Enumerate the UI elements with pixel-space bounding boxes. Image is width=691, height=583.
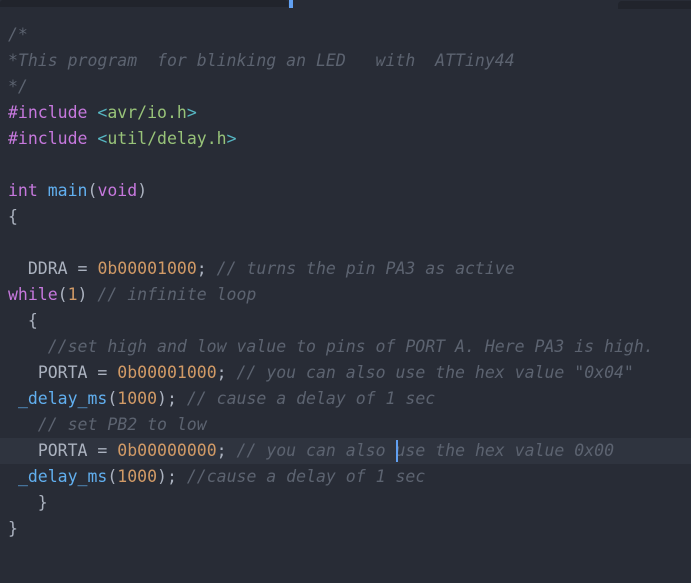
code-line-blank[interactable] [0,230,691,256]
angle-close-token: > [186,103,197,122]
comment-token: // set PB2 to low [8,415,207,434]
semicolon-token: ; [166,467,177,486]
code-line[interactable]: } [0,490,691,516]
paren-token: ( [107,467,118,486]
comment-token: // cause a delay of 1 sec [176,389,436,408]
code-line[interactable]: PORTA = 0b00001000; // you can also use … [0,360,691,386]
function-token: _delay_ms [17,389,108,408]
code-line[interactable]: //set high and low value to pins of PORT… [0,334,691,360]
code-line[interactable]: _delay_ms(1000); //cause a delay of 1 se… [0,464,691,490]
paren-token: ( [87,181,98,200]
keyword-token: while [8,285,58,304]
code-line[interactable]: // set PB2 to low [0,412,691,438]
paren-token: ) [157,389,167,408]
number-token: 0b00001000 [97,259,197,278]
function-token: _delay_ms [17,467,108,486]
active-tab[interactable] [0,0,288,7]
code-line[interactable]: */ [0,74,691,100]
assign-token: = [67,259,98,278]
assign-token: = [87,363,118,382]
number-token: 1000 [117,467,158,486]
brace-token: } [8,493,48,512]
semicolon-token: ; [196,259,207,278]
code-line[interactable]: #include <avr/io.h> [0,100,691,126]
keyword-token: void [97,181,138,200]
tab-caret-indicator [289,0,293,8]
preprocessor-token: #include [8,129,88,148]
paren-token: ) [157,467,167,486]
identifier-token: PORTA [37,441,88,460]
number-token: 0b00000000 [117,441,217,460]
brace-token: } [8,519,18,538]
comment-token: // turns the pin PA3 as active [206,259,515,278]
code-line[interactable]: *This program for blinking an LED with A… [0,48,691,74]
paren-token: ( [57,285,68,304]
semicolon-token: ; [216,441,227,460]
code-line-blank[interactable] [0,152,691,178]
paren-token: ( [107,389,118,408]
preprocessor-token: #include [8,103,88,122]
angle-open-token: < [87,129,108,148]
code-line[interactable]: { [0,308,691,334]
function-token: main [47,181,88,200]
code-editor-window: /* *This program for blinking an LED wit… [0,0,691,583]
semicolon-token: ; [166,389,177,408]
identifier-token: PORTA [37,363,88,382]
keyword-token: int [8,181,38,200]
include-path-token: avr/io.h [107,103,187,122]
comment-token: // you can also [226,441,396,460]
code-line[interactable]: } [0,516,691,542]
editor-tab-strip [0,0,691,9]
code-line-active[interactable]: PORTA = 0b00000000; // you can also use … [0,438,691,464]
assign-token: = [87,441,118,460]
number-token: 1 [67,285,78,304]
comment-token: //cause a delay of 1 sec [176,467,426,486]
semicolon-token: ; [216,363,227,382]
comment-token: */ [8,77,28,96]
include-path-token: util/delay.h [107,129,227,148]
angle-open-token: < [87,103,108,122]
comment-token: *This program for blinking an LED with A… [8,51,515,70]
number-token: 1000 [117,389,158,408]
paren-token: ) [77,285,88,304]
number-token: 0b00001000 [117,363,217,382]
brace-token: { [8,311,38,330]
angle-close-token: > [226,129,237,148]
comment-token: // you can also use the hex value "0x04" [226,363,634,382]
code-line[interactable]: _delay_ms(1000); // cause a delay of 1 s… [0,386,691,412]
comment-token: /* [8,25,28,44]
code-line[interactable]: int main(void) [0,178,691,204]
text-cursor [396,440,398,462]
comment-token: // infinite loop [87,285,257,304]
code-line[interactable]: DDRA = 0b00001000; // turns the pin PA3 … [0,256,691,282]
code-line[interactable]: while(1) // infinite loop [0,282,691,308]
code-line[interactable]: /* [0,22,691,48]
code-line[interactable]: #include <util/delay.h> [0,126,691,152]
tab-strip-right-panel[interactable] [618,1,691,9]
paren-token: ) [137,181,148,200]
comment-token: use the hex value 0x00 [395,441,615,460]
comment-token: //set high and low value to pins of PORT… [8,337,654,356]
identifier-token: DDRA [27,259,68,278]
brace-token: { [8,207,18,226]
code-line[interactable]: { [0,204,691,230]
code-text-area[interactable]: /* *This program for blinking an LED wit… [0,9,691,583]
